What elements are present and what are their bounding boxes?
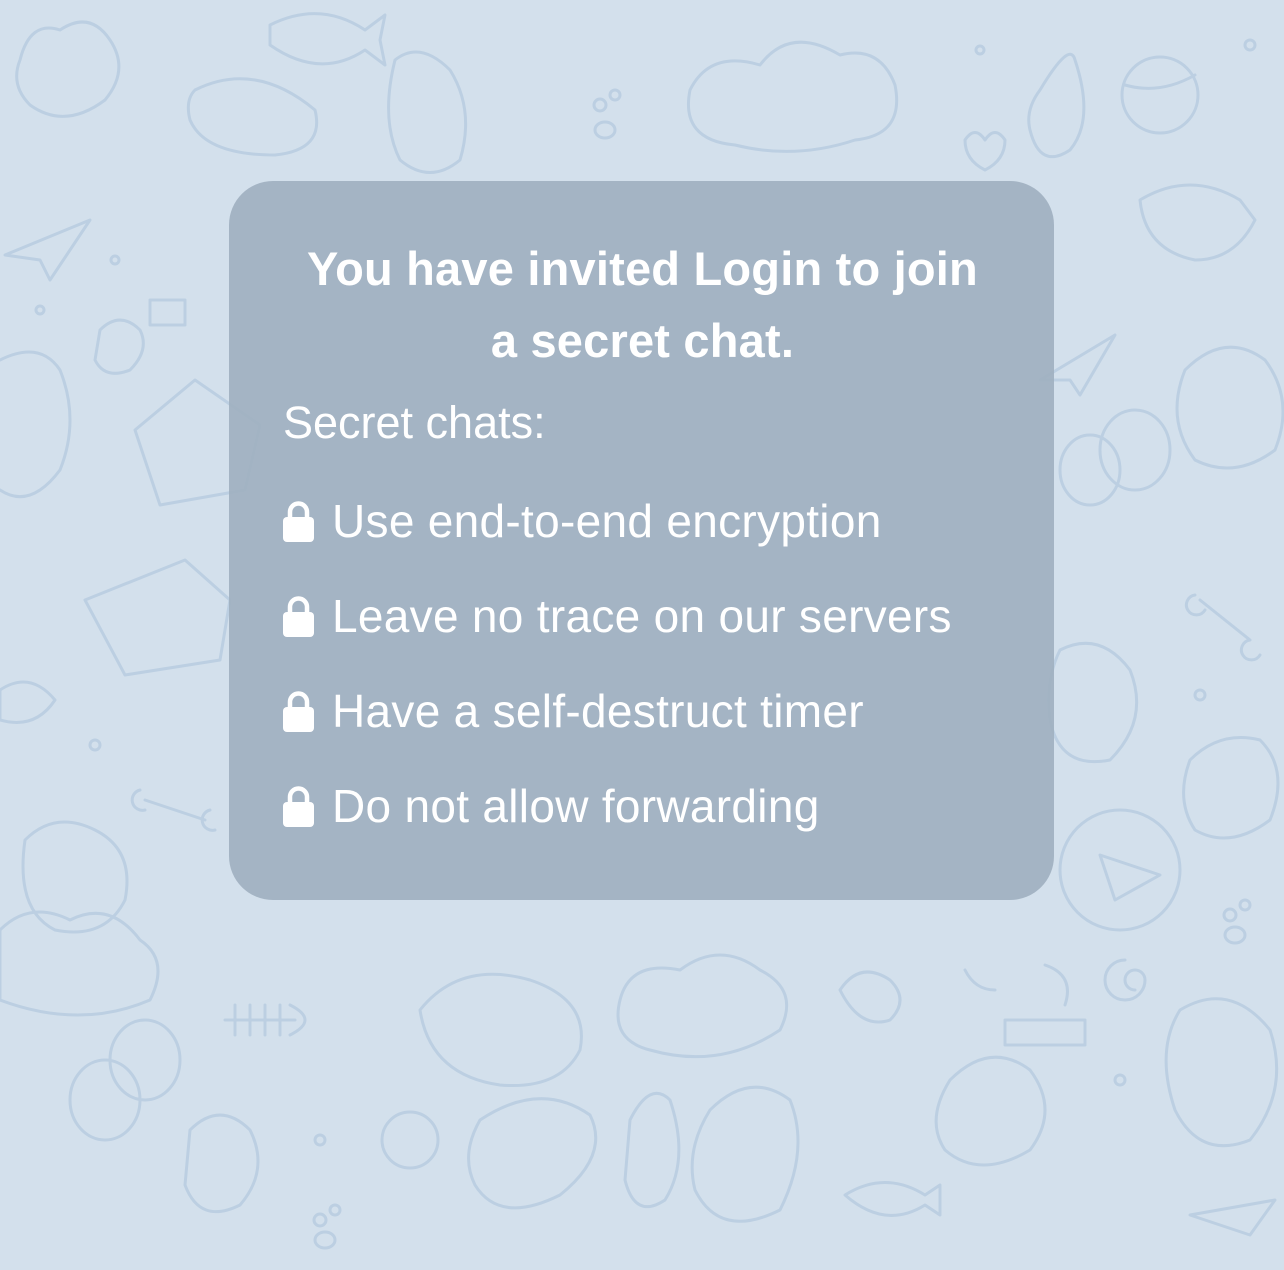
doodle-dog3-icon	[1164, 997, 1279, 1148]
doodle-paw2-icon	[1222, 898, 1252, 945]
doodle-bowl-icon	[186, 77, 319, 157]
secret-chat-info-card: You have invited Login to join a secret …	[229, 181, 1054, 900]
feature-item-no-trace: Leave no trace on our servers	[283, 568, 1002, 663]
doodle-plane2-icon	[1188, 1198, 1277, 1237]
doodle-collar-icon	[1003, 1018, 1087, 1047]
feature-item-no-forwarding: Do not allow forwarding	[283, 758, 1002, 853]
doodle-box-icon	[83, 558, 232, 677]
doodle-dog5-icon	[1047, 641, 1139, 764]
doodle-cat4-icon	[934, 1055, 1047, 1167]
feature-label: Leave no trace on our servers	[332, 589, 952, 642]
doodle-ball-icon	[1120, 55, 1200, 135]
doodle-paw-icon	[592, 88, 622, 140]
doodle-ball2-icon	[380, 1110, 440, 1170]
doodle-fox-icon	[1027, 52, 1086, 159]
doodle-bone-icon	[130, 788, 217, 832]
doodle-fish2-icon	[843, 1181, 942, 1217]
doodle-mouse-icon	[93, 298, 187, 375]
doodle-dog6-icon	[1138, 183, 1257, 262]
lock-icon	[283, 690, 314, 732]
doodle-cat-face-icon	[963, 963, 1069, 1007]
doodle-dog4-icon	[1175, 345, 1284, 470]
lock-icon	[283, 500, 314, 542]
doodle-cloud2-icon	[0, 910, 160, 1017]
feature-label: Have a self-destruct timer	[332, 684, 864, 737]
doodle-kitten-icon	[0, 350, 72, 499]
doodle-cloud3-icon	[616, 953, 789, 1059]
doodle-balloons-icon	[68, 1018, 182, 1142]
feature-label: Use end-to-end encryption	[332, 494, 882, 547]
feature-label: Do not allow forwarding	[332, 779, 820, 832]
doodle-balloons2-icon	[1058, 408, 1172, 507]
doodle-dog2-icon	[690, 1085, 800, 1223]
lock-icon	[283, 785, 314, 827]
lock-icon	[283, 595, 314, 637]
secret-chat-invite-title: You have invited Login to join a secret …	[307, 242, 978, 367]
doodle-cat3-icon	[183, 1113, 260, 1214]
secret-chat-features-list: Use end-to-end encryption Leave no trace…	[283, 473, 1002, 853]
doodle-sleeping-cat-icon	[418, 972, 583, 1088]
doodle-fishbone-icon	[0, 680, 57, 724]
doodle-bird-icon	[838, 970, 902, 1024]
doodle-heart-icon	[963, 131, 1007, 172]
feature-item-self-destruct: Have a self-destruct timer	[283, 663, 1002, 758]
feature-item-encryption: Use end-to-end encryption	[283, 473, 1002, 568]
doodle-bowl2-icon	[467, 1097, 598, 1210]
doodle-fishbone2-icon	[223, 1003, 307, 1037]
doodle-telegram-icon	[1058, 808, 1182, 932]
secret-chats-heading: Secret chats:	[283, 397, 546, 448]
doodle-paw3-icon	[312, 1203, 342, 1250]
doodle-cat-icon	[15, 20, 121, 118]
doodle-bone2-icon	[1184, 593, 1262, 662]
doodle-fox2-icon	[623, 1091, 681, 1209]
doodle-fish-icon	[268, 12, 387, 67]
doodle-spiral-icon	[1103, 958, 1147, 1002]
doodle-cat5-icon	[1182, 736, 1280, 840]
doodle-cloud-icon	[687, 40, 899, 153]
doodle-plane-icon	[3, 218, 92, 282]
doodle-dog-icon	[387, 50, 468, 174]
